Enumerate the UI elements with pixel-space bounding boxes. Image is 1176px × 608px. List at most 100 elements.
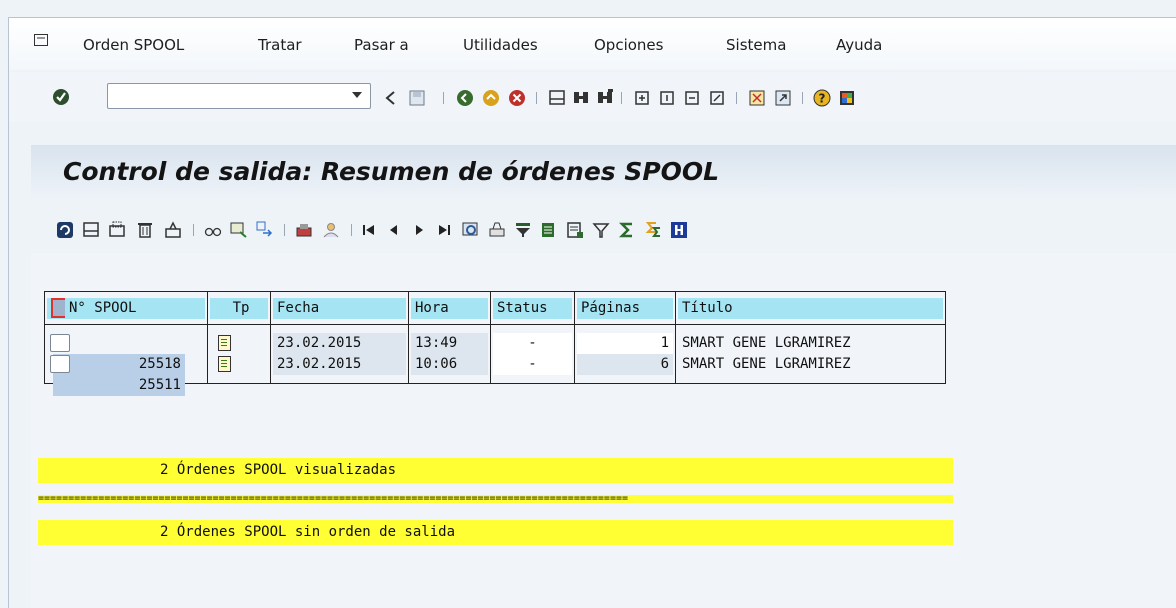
- spool-number[interactable]: 25511: [53, 375, 185, 396]
- document-icon[interactable]: [218, 356, 231, 372]
- table-header-row: N° SPOOL Tp Fecha Hora Status Páginas Tí…: [44, 291, 946, 325]
- toolbar-separator: [443, 92, 444, 104]
- titulo-value: SMART GENE LGRAMIREZ: [682, 335, 851, 351]
- column-header-hora[interactable]: Hora: [408, 291, 491, 325]
- summary-separator: ========================================…: [38, 495, 953, 503]
- table-body: 25518 25511 23.02.2015 23.02.2015 13:49: [44, 324, 946, 396]
- zoom-icon[interactable]: [461, 220, 481, 240]
- back-icon[interactable]: [381, 88, 401, 108]
- toolbar-separator: [351, 224, 352, 236]
- hora-column: 13:49 10:06: [408, 324, 491, 384]
- sap-window: Orden SPOOL Tratar Pasar a Utilidades Op…: [0, 0, 1176, 608]
- titulo-column: SMART GENE LGRAMIREZ SMART GENE LGRAMIRE…: [675, 324, 946, 384]
- header-label: Hora: [411, 297, 488, 319]
- check-icon[interactable]: [52, 88, 70, 106]
- menu-ayuda[interactable]: Ayuda: [836, 36, 882, 54]
- paginas-column: 1 6: [574, 324, 676, 384]
- application-toolbar: [31, 205, 1176, 253]
- last-page-icon[interactable]: [707, 88, 727, 108]
- display-icon[interactable]: [203, 220, 223, 240]
- command-field[interactable]: [107, 83, 371, 109]
- first-page-icon[interactable]: [632, 88, 652, 108]
- hora-value: 10:06: [411, 354, 488, 375]
- print-icon[interactable]: [547, 88, 567, 108]
- print-icon[interactable]: [81, 220, 101, 240]
- print-directly-icon[interactable]: [163, 220, 183, 240]
- toolbar-separator: [736, 92, 737, 104]
- toolbar-separator: [802, 92, 803, 104]
- column-header-tp[interactable]: Tp: [207, 291, 271, 325]
- next-page-icon[interactable]: [682, 88, 702, 108]
- column-header-spool[interactable]: N° SPOOL: [44, 291, 208, 325]
- refresh-icon[interactable]: [55, 220, 75, 240]
- user-icon[interactable]: [321, 220, 341, 240]
- titulo-value: SMART GENE LGRAMIREZ: [682, 356, 851, 372]
- output-icon[interactable]: [294, 220, 314, 240]
- last-icon[interactable]: [434, 220, 454, 240]
- spool-table: N° SPOOL Tp Fecha Hora Status Páginas Tí…: [44, 291, 946, 396]
- row-checkbox[interactable]: [50, 334, 70, 352]
- spool-list-area: N° SPOOL Tp Fecha Hora Status Páginas Tí…: [31, 253, 1176, 608]
- print-options-icon[interactable]: [107, 220, 127, 240]
- spool-number[interactable]: 25518: [53, 354, 185, 375]
- document-icon[interactable]: [218, 335, 231, 351]
- paginas-value: 1: [577, 333, 673, 354]
- session-icon[interactable]: [773, 88, 793, 108]
- chevron-down-icon[interactable]: [352, 92, 362, 98]
- first-icon[interactable]: [359, 220, 379, 240]
- forward-icon[interactable]: [255, 220, 275, 240]
- spool-column: 25518 25511: [44, 324, 208, 396]
- prev-page-icon[interactable]: [657, 88, 677, 108]
- svg-text:?: ?: [819, 92, 826, 106]
- prev-icon[interactable]: [384, 220, 404, 240]
- header-label: Título: [678, 297, 943, 319]
- select-all-checkbox[interactable]: [51, 297, 65, 318]
- save-icon[interactable]: [407, 88, 427, 108]
- row-checkbox[interactable]: [50, 355, 70, 373]
- menu-utilidades[interactable]: Utilidades: [463, 36, 538, 54]
- menu-sistema[interactable]: Sistema: [726, 36, 786, 54]
- printer-icon[interactable]: [487, 220, 507, 240]
- delete-icon[interactable]: [135, 220, 155, 240]
- export2-icon[interactable]: [565, 220, 585, 240]
- help-icon[interactable]: ?: [812, 88, 832, 108]
- menu-icon[interactable]: [34, 34, 48, 46]
- toolbar-separator: [284, 224, 285, 236]
- summary-text: 2 Órdenes SPOOL visualizadas: [160, 462, 397, 478]
- subtotal-icon[interactable]: [643, 220, 663, 240]
- status-value: -: [493, 333, 572, 354]
- header-label: N° SPOOL: [69, 299, 137, 316]
- summary-line-no-output: 2 Órdenes SPOOL sin orden de salida: [38, 520, 953, 545]
- sum-icon[interactable]: [617, 220, 637, 240]
- find-next-icon[interactable]: [595, 88, 615, 108]
- toolbar-separator: [621, 92, 622, 104]
- column-header-fecha[interactable]: Fecha: [270, 291, 409, 325]
- column-header-status[interactable]: Status: [490, 291, 575, 325]
- green-back-icon[interactable]: [455, 88, 475, 108]
- customize-icon[interactable]: [837, 88, 857, 108]
- status-column: - -: [490, 324, 575, 384]
- find-icon[interactable]: [571, 88, 591, 108]
- summary-text: 2 Órdenes SPOOL sin orden de salida: [160, 524, 456, 540]
- page-title: Control de salida: Resumen de órdenes SP…: [63, 157, 720, 186]
- cancel-icon[interactable]: [507, 88, 527, 108]
- menu-opciones[interactable]: Opciones: [594, 36, 663, 54]
- menu-tratar[interactable]: Tratar: [258, 36, 302, 54]
- next-icon[interactable]: [409, 220, 429, 240]
- column-header-paginas[interactable]: Páginas: [574, 291, 676, 325]
- filter-icon[interactable]: [513, 220, 533, 240]
- header-label: Fecha: [273, 297, 406, 319]
- column-header-titulo[interactable]: Título: [675, 291, 946, 325]
- export-icon[interactable]: [539, 220, 559, 240]
- menu-orden-spool[interactable]: Orden SPOOL: [83, 36, 184, 54]
- exit-icon[interactable]: [481, 88, 501, 108]
- tp-column: [207, 324, 271, 384]
- info-icon[interactable]: [669, 220, 689, 240]
- menu-pasar-a[interactable]: Pasar a: [354, 36, 409, 54]
- standard-toolbar: ?: [9, 72, 1176, 122]
- layout-icon[interactable]: [747, 88, 767, 108]
- hora-value: 13:49: [411, 333, 488, 354]
- details-icon[interactable]: [229, 220, 249, 240]
- funnel-icon[interactable]: [591, 220, 611, 240]
- fecha-value: 23.02.2015: [273, 333, 406, 354]
